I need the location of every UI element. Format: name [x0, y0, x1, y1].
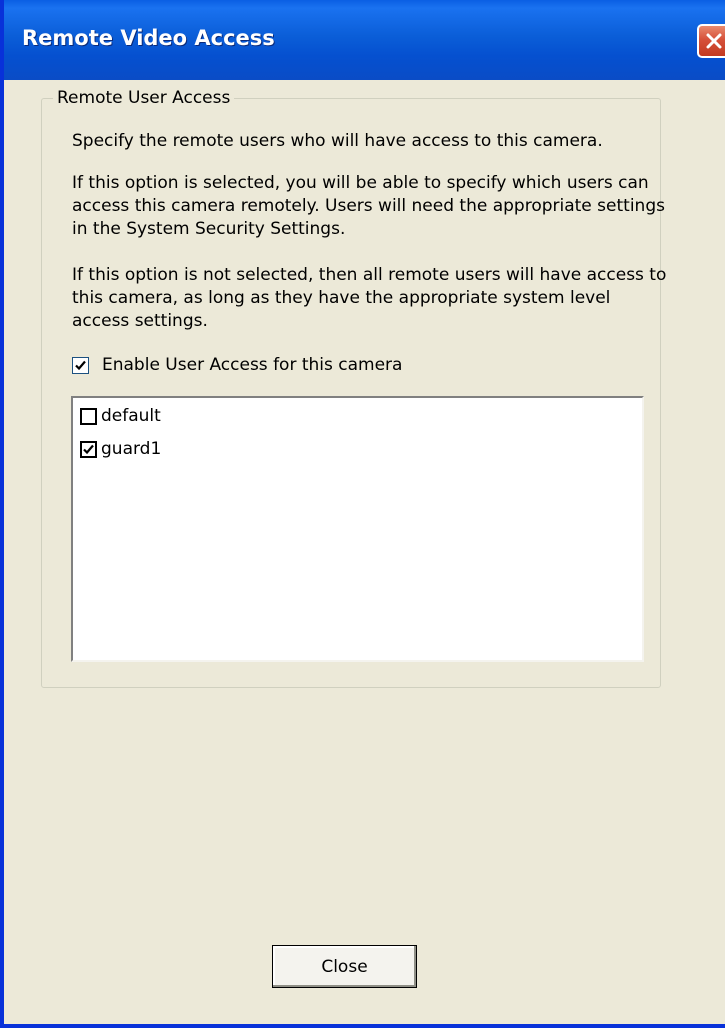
- enable-user-access-label: Enable User Access for this camera: [102, 355, 403, 375]
- dialog-window: Remote Video Access Remote User Access S…: [0, 0, 725, 1028]
- selected-info-text: If this option is selected, you will be …: [72, 173, 665, 239]
- list-item-guard1[interactable]: guard1: [80, 437, 161, 461]
- checkmark-icon: [83, 444, 94, 454]
- list-item-default[interactable]: default: [80, 404, 161, 428]
- user-checkbox-guard1[interactable]: [80, 440, 97, 458]
- window-title: Remote Video Access: [22, 26, 275, 50]
- close-window-button[interactable]: [697, 24, 725, 58]
- enable-user-access-check-box[interactable]: [72, 356, 89, 374]
- user-name-default: default: [101, 406, 161, 426]
- group-label: Remote User Access: [53, 88, 235, 108]
- enable-user-access-checkbox[interactable]: Enable User Access for this camera: [72, 353, 402, 377]
- checkmark-icon: [75, 360, 86, 370]
- not-selected-info-text: If this option is not selected, then all…: [72, 265, 667, 331]
- user-list[interactable]: default guard1: [71, 396, 644, 662]
- close-icon: [706, 33, 722, 49]
- close-button[interactable]: Close: [272, 945, 417, 988]
- title-bar[interactable]: Remote Video Access: [4, 0, 725, 80]
- user-name-guard1: guard1: [101, 439, 162, 459]
- user-checkbox-default[interactable]: [80, 407, 97, 425]
- intro-text: Specify the remote users who will have a…: [72, 131, 603, 151]
